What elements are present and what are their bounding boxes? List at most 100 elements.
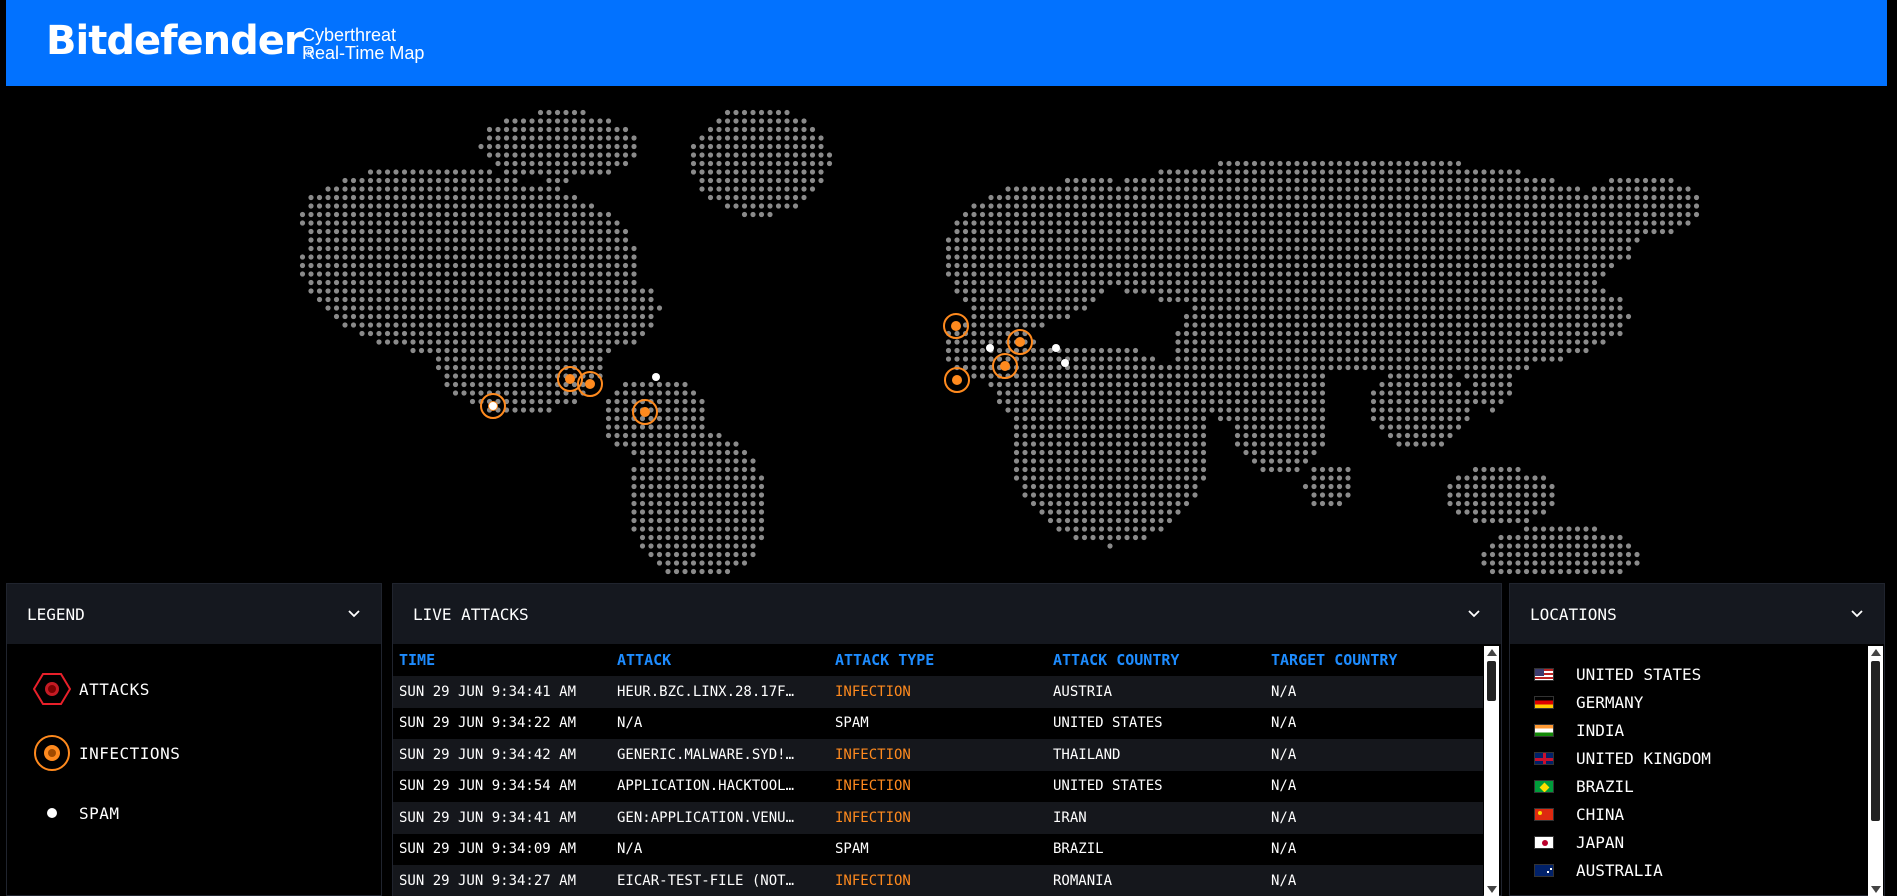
map-dot bbox=[1379, 194, 1385, 201]
spam-marker[interactable] bbox=[1061, 359, 1069, 367]
live-attacks-header[interactable]: LIVE ATTACKS bbox=[393, 584, 1501, 644]
map-dot bbox=[648, 534, 654, 541]
map-dot bbox=[1243, 364, 1249, 371]
map-dot bbox=[1311, 313, 1317, 320]
scroll-down-arrow-icon[interactable] bbox=[1871, 886, 1881, 893]
map-dot bbox=[1464, 296, 1470, 303]
map-dot bbox=[571, 305, 578, 311]
map-dot bbox=[1039, 449, 1045, 456]
map-dot bbox=[622, 135, 629, 141]
infection-marker[interactable] bbox=[944, 367, 970, 393]
spam-marker[interactable] bbox=[489, 402, 497, 410]
infection-marker[interactable] bbox=[632, 399, 658, 425]
map-dot bbox=[1413, 356, 1419, 362]
map-dot bbox=[1166, 271, 1173, 277]
map-dot bbox=[1557, 288, 1564, 294]
spam-marker[interactable] bbox=[1052, 344, 1060, 352]
map-dot bbox=[1362, 169, 1368, 175]
map-dot bbox=[656, 509, 663, 515]
map-dot bbox=[758, 534, 765, 541]
map-dot bbox=[1540, 492, 1547, 498]
map-dot bbox=[580, 305, 586, 311]
map-dot bbox=[486, 356, 493, 362]
scroll-thumb[interactable] bbox=[1487, 661, 1496, 701]
infection-marker[interactable] bbox=[1007, 329, 1033, 355]
map-dot bbox=[1328, 322, 1334, 328]
list-item[interactable]: CHINA bbox=[1534, 800, 1711, 828]
list-item[interactable]: GERMANY bbox=[1534, 688, 1711, 716]
list-item[interactable]: UNITED STATES bbox=[1534, 660, 1711, 688]
map-dot bbox=[1574, 262, 1581, 269]
map-dot bbox=[1226, 330, 1232, 337]
map-dot bbox=[1251, 364, 1258, 371]
infection-marker[interactable] bbox=[992, 353, 1018, 379]
chevron-down-icon[interactable] bbox=[1467, 607, 1481, 621]
locations-header[interactable]: LOCATIONS bbox=[1510, 584, 1884, 644]
map-dot bbox=[1098, 492, 1105, 498]
bitdefender-logo[interactable]: Bitdefender® bbox=[46, 18, 316, 64]
scroll-down-arrow-icon[interactable] bbox=[1487, 886, 1497, 893]
map-dot bbox=[971, 296, 977, 303]
map-dot bbox=[1396, 407, 1402, 413]
map-dot bbox=[1226, 160, 1232, 167]
map-dot bbox=[1022, 186, 1028, 192]
map-dot bbox=[580, 152, 586, 158]
map-dot bbox=[1183, 466, 1190, 473]
map-dot bbox=[1200, 228, 1207, 235]
map-dot bbox=[376, 245, 382, 252]
scroll-up-arrow-icon[interactable] bbox=[1871, 649, 1881, 656]
list-item[interactable]: UNITED KINGDOM bbox=[1534, 744, 1711, 772]
map-dot bbox=[537, 160, 544, 167]
map-dot bbox=[1319, 339, 1326, 345]
map-dot bbox=[1523, 228, 1530, 235]
map-dot bbox=[1549, 203, 1555, 209]
attacks-table-wrap[interactable]: TIME ATTACK ATTACK TYPE ATTACK COUNTRY T… bbox=[393, 644, 1483, 896]
spam-marker[interactable] bbox=[652, 373, 660, 381]
map-dot bbox=[350, 271, 357, 277]
spam-marker[interactable] bbox=[986, 344, 994, 352]
map-dot bbox=[1022, 296, 1028, 303]
scroll-thumb[interactable] bbox=[1871, 661, 1880, 821]
world-threat-map[interactable] bbox=[0, 86, 1897, 583]
legend-header[interactable]: LEGEND bbox=[7, 584, 381, 644]
attacks-scrollbar[interactable] bbox=[1484, 646, 1499, 896]
map-dot bbox=[546, 203, 552, 209]
map-dot bbox=[988, 271, 994, 277]
chevron-down-icon[interactable] bbox=[347, 607, 361, 621]
map-dot bbox=[1268, 169, 1275, 175]
map-dot bbox=[1583, 339, 1589, 345]
map-dot bbox=[1226, 407, 1232, 413]
map-dot bbox=[401, 245, 408, 252]
map-dot bbox=[1413, 203, 1419, 209]
map-dot bbox=[495, 279, 501, 286]
map-dot bbox=[1107, 449, 1113, 456]
map-dot bbox=[1081, 296, 1088, 303]
map-dot bbox=[316, 220, 323, 226]
scroll-up-arrow-icon[interactable] bbox=[1487, 649, 1497, 656]
map-dot bbox=[1090, 381, 1096, 388]
map-dot bbox=[418, 305, 425, 311]
map-dot bbox=[486, 364, 493, 371]
cell-attack: APPLICATION.HACKTOOL… bbox=[617, 778, 795, 795]
map-dot bbox=[614, 152, 620, 158]
map-dot bbox=[1574, 228, 1581, 235]
map-dot bbox=[1566, 330, 1572, 337]
map-dot bbox=[945, 347, 952, 354]
map-dot bbox=[1294, 245, 1300, 252]
map-dot bbox=[1175, 177, 1181, 184]
locations-scrollbar[interactable] bbox=[1868, 646, 1883, 896]
list-item[interactable]: JAPAN bbox=[1534, 828, 1711, 856]
map-dot bbox=[1124, 492, 1130, 498]
map-dot bbox=[1345, 483, 1351, 490]
map-dot bbox=[1328, 364, 1334, 371]
list-item[interactable]: BRAZIL bbox=[1534, 772, 1711, 800]
map-dot bbox=[1226, 313, 1232, 320]
chevron-down-icon[interactable] bbox=[1850, 607, 1864, 621]
map-dot bbox=[376, 254, 382, 260]
map-dot bbox=[1209, 237, 1215, 243]
map-dot bbox=[1498, 534, 1504, 541]
map-dot bbox=[1013, 228, 1020, 235]
list-item[interactable]: AUSTRALIA bbox=[1534, 856, 1711, 884]
map-dot bbox=[1039, 347, 1045, 354]
list-item[interactable]: INDIA bbox=[1534, 716, 1711, 744]
